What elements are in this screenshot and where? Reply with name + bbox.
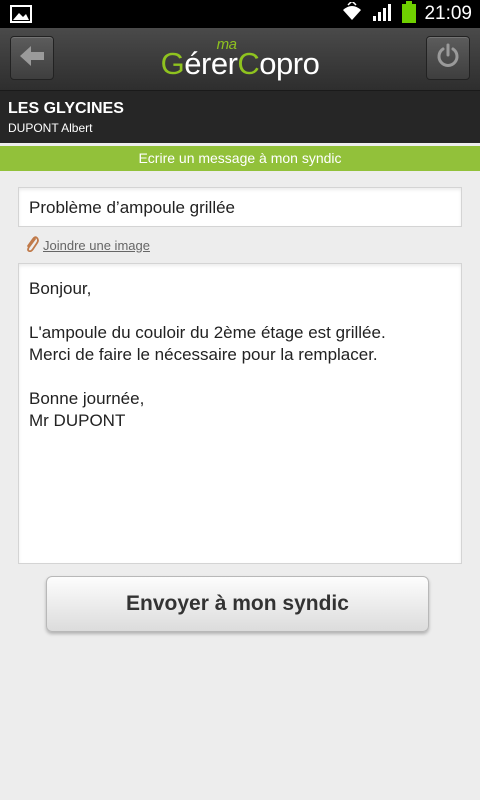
attach-image-link[interactable]: Joindre une image — [25, 236, 150, 255]
status-bar: 21:09 — [0, 0, 480, 28]
send-to-syndic-button[interactable]: Envoyer à mon syndic — [46, 576, 429, 632]
logout-button[interactable] — [426, 36, 470, 80]
logo-ma: ma — [216, 36, 237, 53]
logo-letter-g: G — [160, 46, 185, 81]
message-textarea[interactable]: Bonjour, L'ampoule du couloir du 2ème ét… — [18, 263, 462, 564]
logo-letter-c: C — [237, 46, 260, 81]
message-line: Bonne journée, — [29, 389, 145, 408]
attach-image-label[interactable]: Joindre une image — [43, 238, 150, 253]
subject-input[interactable]: Problème d’ampoule grillée — [18, 187, 462, 227]
message-line: Merci de faire le nécessaire pour la rem… — [29, 345, 378, 364]
clock-time: 21:09 — [424, 3, 472, 24]
owner-name: DUPONT Albert — [8, 121, 93, 135]
power-icon — [435, 43, 461, 74]
paperclip-icon — [25, 236, 39, 255]
message-line — [29, 366, 451, 388]
logo-word-copro: opro — [259, 46, 320, 81]
residence-header: LES GLYCINES DUPONT Albert — [0, 91, 480, 143]
signal-icon — [372, 2, 394, 27]
page-title-banner: Ecrire un message à mon syndic — [0, 146, 480, 171]
app-bar: GérerCopro ma — [0, 28, 480, 91]
gallery-notification-icon — [10, 5, 32, 28]
message-line: Mr DUPONT — [29, 411, 126, 430]
app-logo: GérerCopro ma — [0, 36, 480, 82]
battery-icon — [402, 0, 417, 28]
residence-name: LES GLYCINES — [8, 100, 124, 117]
wifi-icon — [340, 0, 364, 27]
message-line: L'ampoule du couloir du 2ème étage est g… — [29, 323, 386, 342]
message-line — [29, 300, 451, 322]
message-line: Bonjour, — [29, 279, 92, 298]
